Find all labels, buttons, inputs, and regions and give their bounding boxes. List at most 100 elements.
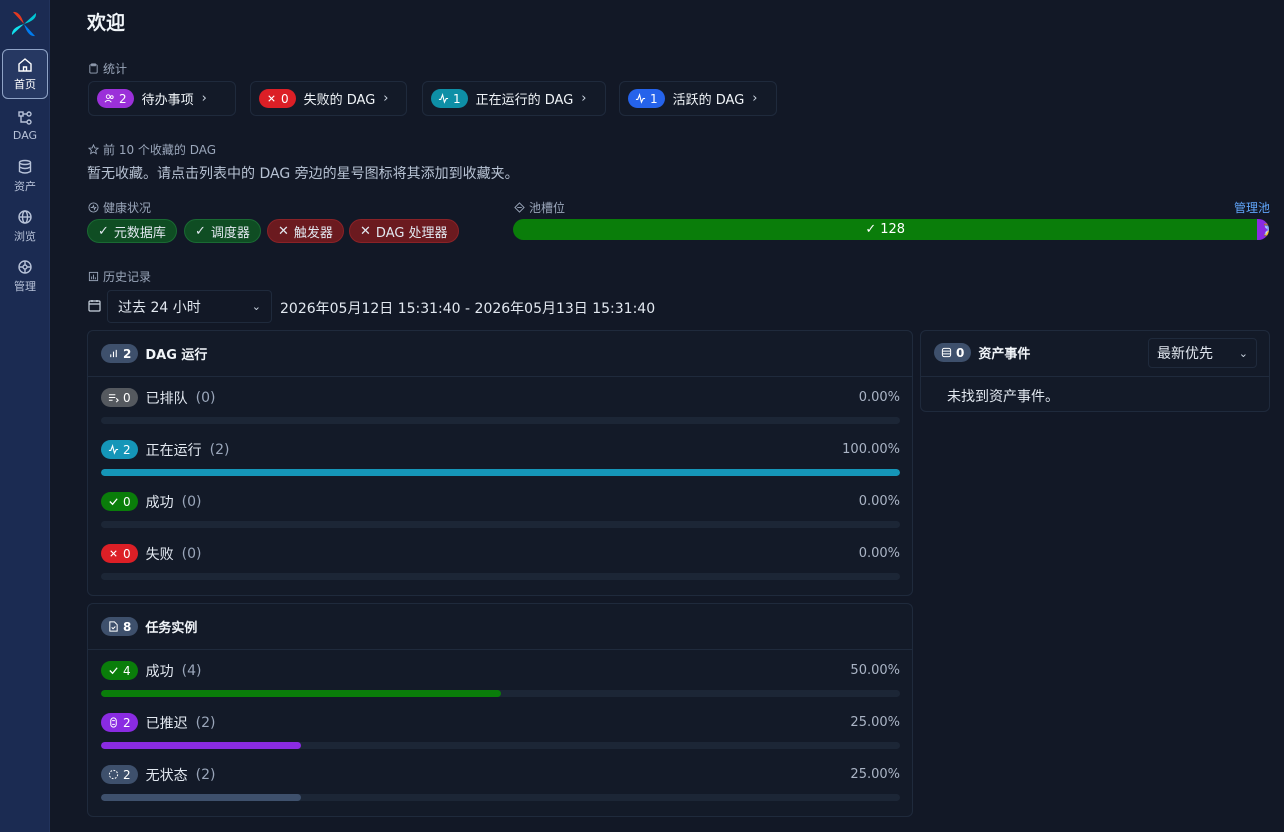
- stat-label: 待办事项: [141, 93, 194, 108]
- users-icon: [104, 94, 114, 103]
- row-label: 2 已推迟 (2): [101, 713, 215, 732]
- asset-events-header: 0 资产事件: [934, 343, 1030, 362]
- dag-icon: [18, 111, 32, 125]
- row-state-count: (0): [181, 493, 202, 510]
- asset-events-title: 资产事件: [978, 347, 1031, 362]
- row-percent: 50.00%: [850, 663, 900, 678]
- stat-card-active-dags[interactable]: 1 活跃的 DAG ›: [619, 81, 777, 116]
- dag-runs-count-badge: 2: [101, 344, 139, 363]
- row-state-label: 已推迟: [145, 715, 188, 732]
- row-count-badge: 0: [101, 388, 138, 407]
- dag-run-row-running[interactable]: 2 正在运行 (2) 100.00%: [101, 440, 900, 484]
- stat-card-pending[interactable]: 2 待办事项 ›: [88, 81, 236, 116]
- dag-runs-count: 2: [123, 346, 132, 361]
- progress-fill: [101, 794, 301, 801]
- sidebar-item-admin[interactable]: 管理: [2, 251, 48, 301]
- row-state-count: (2): [195, 766, 216, 783]
- dag-run-row-queued[interactable]: 0 已排队 (0) 0.00%: [101, 388, 900, 432]
- progress-fill: [101, 469, 900, 476]
- task-instances-header: 8 任务实例: [101, 617, 197, 636]
- row-count-badge: 0: [101, 492, 138, 511]
- row-label: 4 成功 (4): [101, 661, 201, 680]
- row-label: 2 无状态 (2): [101, 765, 215, 784]
- sidebar-item-dag[interactable]: DAG: [2, 101, 48, 151]
- hourglass-icon: [110, 717, 117, 728]
- asset-events-count: 0: [956, 345, 965, 360]
- favorites-empty-text: 暂无收藏。请点击列表中的 DAG 旁边的星号图标将其添加到收藏夹。: [87, 166, 519, 182]
- home-icon: [18, 57, 32, 72]
- sidebar-item-browse[interactable]: 浏览: [2, 201, 48, 251]
- row-state-count: (2): [209, 441, 230, 458]
- panel-divider: [88, 649, 912, 650]
- row-count-badge: 0: [101, 544, 138, 563]
- health-item-label: 调度器: [210, 225, 250, 241]
- bar-chart-icon: [110, 349, 117, 358]
- pool-deferred-segment[interactable]: ⌛ 2: [1257, 219, 1269, 240]
- database-icon: [941, 347, 952, 358]
- task-row-success[interactable]: 4 成功 (4) 50.00%: [101, 661, 900, 705]
- task-instances-panel: 8 任务实例 4 成功 (4) 50.00% 2 已推迟 (2) 25.00% …: [87, 603, 913, 817]
- calendar-icon: [88, 300, 101, 312]
- row-count: 0: [123, 494, 131, 509]
- check-icon: ✓: [195, 223, 206, 239]
- file-icon: [109, 621, 118, 632]
- history-section-label: 历史记录: [88, 268, 151, 285]
- airflow-logo-icon[interactable]: [10, 10, 38, 38]
- task-instances-count-badge: 8: [101, 617, 139, 636]
- dag-runs-header: 2 DAG 运行: [101, 344, 207, 363]
- health-section-label: 健康状况: [88, 199, 151, 216]
- chevron-down-icon: ⌄: [1238, 346, 1248, 360]
- row-state-label: 已排队: [145, 390, 188, 407]
- database-icon: [18, 159, 32, 174]
- time-range-value: 过去 24 小时: [118, 299, 201, 316]
- stats-label: 统计: [103, 62, 128, 76]
- asset-events-count-badge: 0: [934, 343, 972, 362]
- pool-running-count: 128: [880, 222, 906, 237]
- sidebar-item-home[interactable]: 首页: [2, 49, 48, 99]
- stat-count: 2: [119, 91, 127, 106]
- row-count: 2: [123, 715, 131, 730]
- row-count-badge: 2: [101, 713, 138, 732]
- health-metadatabase: ✓ 元数据库: [87, 219, 177, 243]
- manage-pools-link[interactable]: 管理池: [1234, 199, 1270, 216]
- row-state-label: 成功: [145, 494, 174, 511]
- sidebar-item-label: DAG: [12, 129, 38, 142]
- task-instances-title: 任务实例: [145, 621, 198, 636]
- settings-icon: [18, 259, 32, 274]
- task-row-no-status[interactable]: 2 无状态 (2) 25.00%: [101, 765, 900, 809]
- health-item-label: DAG 处理器: [375, 225, 448, 241]
- star-icon: [88, 144, 99, 155]
- clipboard-icon: [89, 63, 98, 74]
- time-range-select[interactable]: 过去 24 小时 ⌄: [107, 290, 272, 323]
- chevron-down-icon: ⌄: [251, 300, 261, 313]
- pool-running-segment[interactable]: ✓ 128: [513, 219, 1258, 240]
- task-row-deferred[interactable]: 2 已推迟 (2) 25.00%: [101, 713, 900, 757]
- x-icon: ✕: [360, 223, 371, 239]
- row-count-badge: 2: [101, 765, 138, 784]
- panel-divider: [921, 376, 1269, 377]
- stat-label: 失败的 DAG: [303, 93, 376, 108]
- layers-icon: [514, 202, 525, 213]
- stat-count: 0: [281, 91, 289, 106]
- stat-card-failed-dags[interactable]: 0 失败的 DAG ›: [250, 81, 407, 116]
- bar-chart-icon: [88, 271, 99, 282]
- asset-events-panel: 0 资产事件 最新优先 ⌄ 未找到资产事件。: [920, 330, 1270, 412]
- sidebar-item-assets[interactable]: 资产: [2, 151, 48, 201]
- pool-section-label: 池槽位: [514, 199, 565, 216]
- activity-icon: [438, 93, 449, 104]
- row-count: 2: [123, 442, 131, 457]
- queue-icon: [108, 394, 119, 403]
- row-state-label: 无状态: [145, 767, 188, 784]
- x-icon: ✕: [278, 223, 289, 239]
- row-label: 0 失败 (0): [101, 544, 201, 563]
- pool-slots-bar[interactable]: ✓ 128 ⌛ 2: [513, 219, 1269, 240]
- x-icon: [110, 550, 117, 557]
- dag-run-row-failed[interactable]: 0 失败 (0) 0.00%: [101, 544, 900, 588]
- stat-card-running-dags[interactable]: 1 正在运行的 DAG ›: [422, 81, 606, 116]
- row-count: 0: [123, 390, 131, 405]
- row-percent: 25.00%: [850, 767, 900, 782]
- dag-run-row-success[interactable]: 0 成功 (0) 0.00%: [101, 492, 900, 536]
- asset-events-sort-select[interactable]: 最新优先 ⌄: [1148, 338, 1257, 368]
- row-state-count: (0): [195, 389, 216, 406]
- sidebar: 首页 DAG 资产 浏览 管理: [0, 0, 50, 832]
